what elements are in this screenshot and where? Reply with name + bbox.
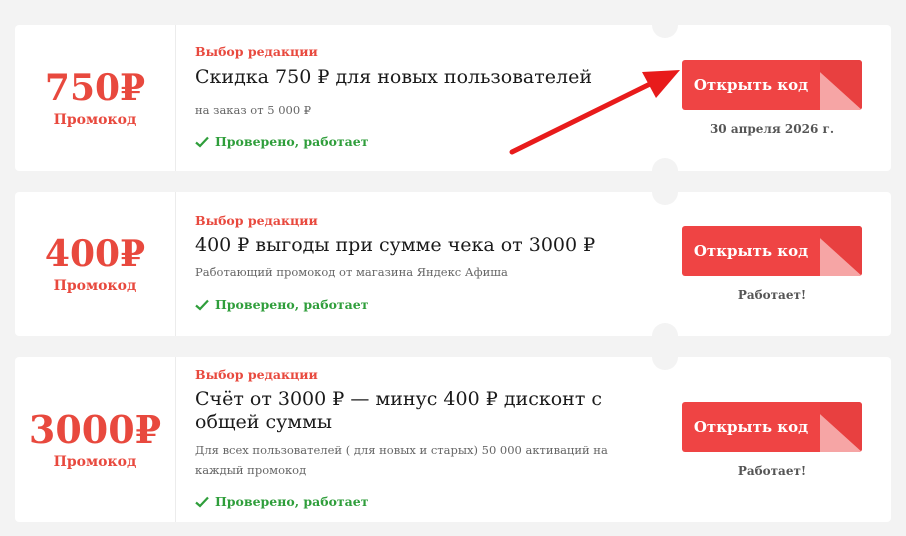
verified-label: Проверено, работает <box>215 134 369 149</box>
promo-card: 400₽ Промокод Выбор редакции 400 ₽ выгод… <box>15 179 891 349</box>
promo-subtitle: Работающий промокод от магазина Яндекс А… <box>195 265 508 279</box>
ticket-notch <box>652 344 678 370</box>
editor-choice-label: Выбор редакции <box>195 367 318 382</box>
promo-amount-block: 3000₽ Промокод <box>15 357 176 522</box>
promo-amount: 400₽ <box>44 233 146 275</box>
editor-choice-label: Выбор редакции <box>195 44 318 59</box>
status-note: Работает! <box>737 464 807 478</box>
promo-card: 750₽ Промокод Выбор редакции Скидка 750 … <box>15 12 891 184</box>
promo-type-label: Промокод <box>53 278 137 294</box>
open-code-label: Открыть код <box>693 76 809 94</box>
promo-type-label: Промокод <box>53 112 137 128</box>
open-code-label: Открыть код <box>693 418 809 436</box>
promo-action: Открыть код 30 апреля 2026 г. <box>682 60 862 136</box>
editor-choice-label: Выбор редакции <box>195 213 318 228</box>
verified-status: Проверено, работает <box>195 494 368 509</box>
check-icon <box>195 496 209 508</box>
promo-amount: 3000₽ <box>28 406 162 452</box>
ticket-notch <box>652 179 678 205</box>
promo-title: Скидка 750 ₽ для новых пользователей <box>195 66 592 88</box>
check-icon <box>195 299 209 311</box>
promo-amount-block: 400₽ Промокод <box>15 192 176 336</box>
expiry-date: 30 апреля 2026 г. <box>709 122 835 136</box>
verified-status: Проверено, работает <box>195 297 368 312</box>
promo-title: 400 ₽ выгоды при сумме чека от 3000 ₽ <box>195 234 596 256</box>
open-code-button[interactable]: Открыть код <box>682 402 862 452</box>
status-note: Работает! <box>737 288 807 302</box>
open-code-label: Открыть код <box>693 242 809 260</box>
peel-corner-icon <box>820 226 862 276</box>
promo-action: Открыть код Работает! <box>682 226 862 302</box>
promo-subtitle: на заказ от 5 000 ₽ <box>195 103 312 117</box>
ticket-notch <box>652 12 678 38</box>
verified-label: Проверено, работает <box>215 494 369 509</box>
open-code-button[interactable]: Открыть код <box>682 226 862 276</box>
check-icon <box>195 136 209 148</box>
promo-title: Счёт от 3000 ₽ — минус 400 ₽ дисконт с о… <box>195 388 603 433</box>
promo-action: Открыть код Работает! <box>682 402 862 478</box>
promo-amount: 750₽ <box>44 67 146 109</box>
open-code-button[interactable]: Открыть код <box>682 60 862 110</box>
peel-corner-icon <box>820 60 862 110</box>
promo-amount-block: 750₽ Промокод <box>15 25 176 171</box>
verified-label: Проверено, работает <box>215 297 369 312</box>
promo-subtitle: Для всех пользователей ( для новых и ста… <box>195 443 608 477</box>
promo-card: 3000₽ Промокод Выбор редакции Счёт от 30… <box>15 344 891 522</box>
verified-status: Проверено, работает <box>195 134 368 149</box>
peel-corner-icon <box>820 402 862 452</box>
promo-list: 750₽ Промокод Выбор редакции Скидка 750 … <box>0 0 906 536</box>
promo-type-label: Промокод <box>53 453 137 470</box>
